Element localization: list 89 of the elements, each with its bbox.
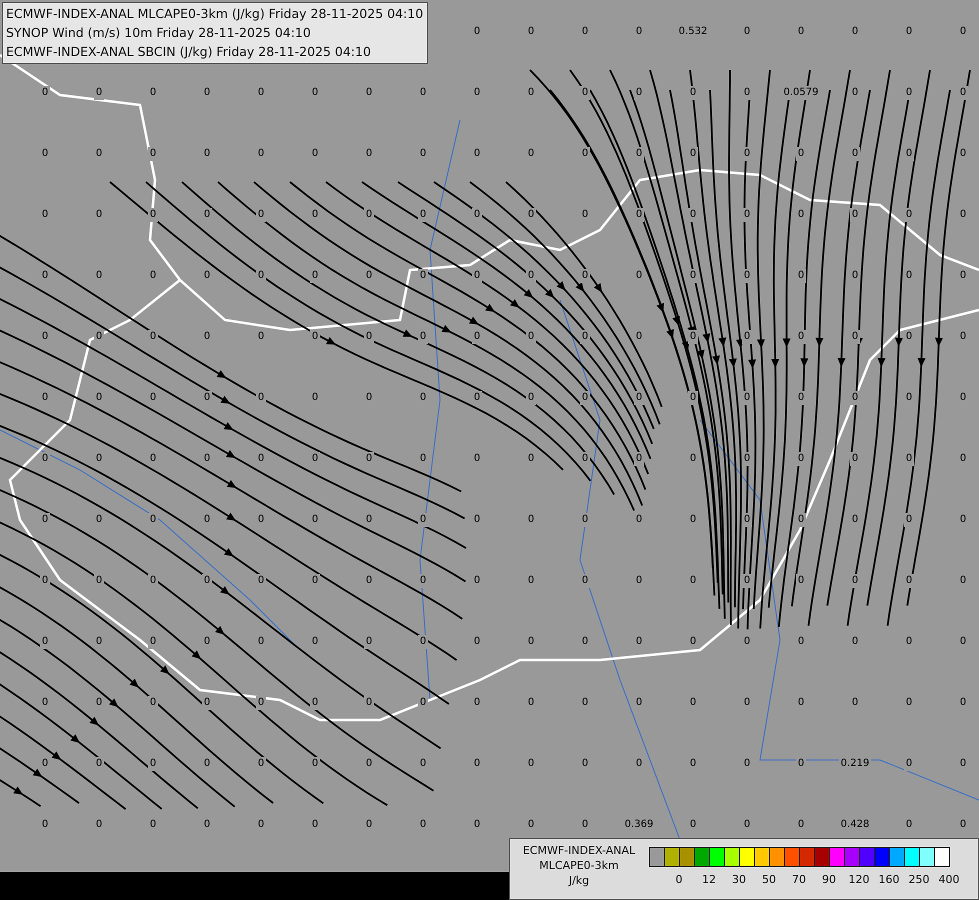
value-label: 0 [418,635,428,649]
value-label: 0 [256,208,266,222]
value-label: 0 [688,208,698,222]
tick-label: 30 [732,873,746,886]
value-label: 0 [634,452,644,466]
tick-label: 160 [878,873,900,886]
value-label: 0 [796,452,806,466]
value-label: 0 [796,330,806,344]
value-label: 0 [580,86,590,100]
value-label: 0 [418,574,428,588]
value-label: 0 [526,330,536,344]
value-label: 0 [796,513,806,527]
value-label: 0 [418,330,428,344]
value-label: 0 [850,452,860,466]
value-label: 0 [580,574,590,588]
value-label: 0 [148,757,158,771]
value-label: 0 [40,635,50,649]
value-label: 0 [526,269,536,283]
legend-title: MLCAPE0-3km [539,858,619,873]
value-label: 0 [148,208,158,222]
value-label: 0 [904,513,914,527]
value-label: 0 [310,696,320,710]
value-label: 0 [742,269,752,283]
value-label: 0 [904,574,914,588]
value-label: 0 [634,86,644,100]
tick-label: 250 [908,873,930,886]
map-title: ECMWF-INDEX-ANAL MLCAPE0-3km (J/kg) Friday 28-11-2025 04:10 [6,5,424,23]
value-label: 0 [364,635,374,649]
value-label: 0 [850,147,860,161]
value-label: 0 [688,86,698,100]
value-label: 0 [148,635,158,649]
value-label: 0 [688,269,698,283]
value-label: 0 [688,635,698,649]
tick-label: 70 [792,873,806,886]
value-label: 0 [904,147,914,161]
value-label: 0 [904,452,914,466]
value-label: 0 [688,330,698,344]
value-label: 0 [580,391,590,405]
tick-label: 90 [822,873,836,886]
value-label: 0 [418,513,428,527]
value-label: 0 [904,757,914,771]
value-label: 0 [634,208,644,222]
value-label: 0 [742,452,752,466]
legend-title: ECMWF-INDEX-ANAL [522,843,636,858]
value-label: 0 [256,269,266,283]
value-label: 0 [850,330,860,344]
value-label: 0 [634,147,644,161]
value-label: 0 [94,86,104,100]
value-label: 0 [310,269,320,283]
value-label: 0 [796,147,806,161]
value-label: 0 [958,86,968,100]
legend-unit: J/kg [568,873,590,888]
value-label: 0 [364,513,374,527]
value-label: 0 [418,208,428,222]
value-label: 0 [742,86,752,100]
value-label: 0 [904,86,914,100]
value-label: 0 [742,391,752,405]
tick-label: 50 [762,873,776,886]
value-label: 0 [472,330,482,344]
value-label: 0 [526,391,536,405]
value-label: 0 [742,208,752,222]
tick-label: 12 [702,873,716,886]
value-label: 0.0579 [782,86,820,100]
value-label: 0 [742,330,752,344]
value-label: 0 [364,330,374,344]
map-title: ECMWF-INDEX-ANAL SBCIN (J/kg) Friday 28-11-2025 04:10 [6,43,372,61]
value-label: 0 [904,208,914,222]
value-label: 0 [634,391,644,405]
value-label: 0 [472,269,482,283]
value-label: 0 [256,696,266,710]
value-label: 0 [850,391,860,405]
tick-label: 120 [848,873,870,886]
tick-label: 0 [676,873,682,886]
value-label: 0 [796,391,806,405]
value-label: 0 [688,391,698,405]
value-label: 0 [850,208,860,222]
value-label: 0 [796,269,806,283]
value-label: 0 [580,330,590,344]
value-label: 0 [202,696,212,710]
value-label: 0 [580,513,590,527]
value-label: 0 [256,391,266,405]
value-label: 0 [742,147,752,161]
value-label: 0 [850,574,860,588]
value-label: 0 [148,147,158,161]
value-label: 0 [742,513,752,527]
map-title: SYNOP Wind (m/s) 10m Friday 28-11-2025 04:10 [6,24,312,42]
value-label: 0 [742,574,752,588]
value-label: 0 [580,269,590,283]
tick-label: 400 [938,873,960,886]
